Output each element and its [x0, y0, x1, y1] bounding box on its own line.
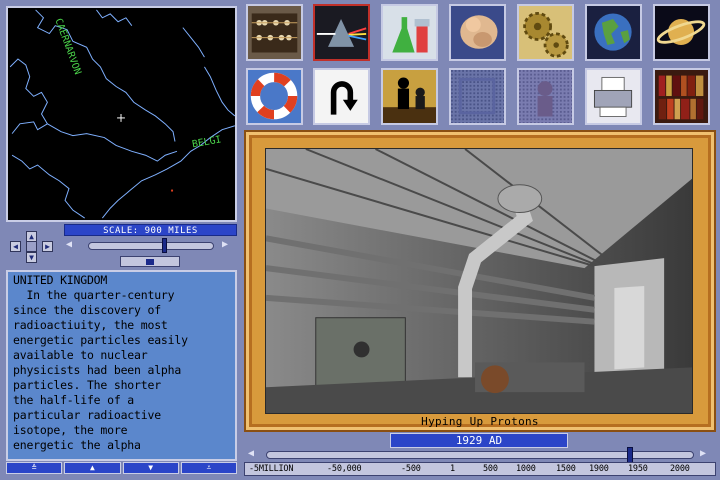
timeline-scale: -5MILLION -50,000 -500 1 500 1000 1500 1…: [244, 462, 716, 476]
map-label: CAERNARVON: [52, 17, 83, 76]
saturn-icon[interactable]: [653, 4, 710, 61]
scroll-page-down-button[interactable]: ⩡: [180, 462, 237, 474]
current-year: 1929 AD: [390, 433, 568, 448]
timeline-forward-arrow-icon[interactable]: ▶: [700, 448, 706, 459]
timeline-tick: 1000: [516, 464, 536, 474]
coastline: [204, 66, 235, 117]
timeline-tick: 2000: [670, 464, 690, 474]
zoom-slider[interactable]: [88, 242, 214, 250]
u-turn-back-icon[interactable]: [313, 68, 370, 125]
timeline-tick: 1500: [556, 464, 576, 474]
pattern-figure-icon[interactable]: [517, 68, 574, 125]
life-ring-icon[interactable]: [246, 68, 303, 125]
timeline-back-arrow-icon[interactable]: ◀: [248, 448, 254, 459]
pan-right-button[interactable]: ▶: [42, 241, 53, 252]
scroll-up-button[interactable]: ▲: [64, 462, 121, 474]
map-marker: [171, 189, 174, 192]
zoom-slider-thumb[interactable]: [162, 238, 167, 253]
zoom-out-arrow-icon[interactable]: ◀: [66, 239, 72, 250]
zoom-reset-button[interactable]: [120, 256, 180, 267]
scroll-page-up-button[interactable]: ≙: [6, 462, 63, 474]
coastline: [11, 154, 85, 219]
timeline-slider-thumb[interactable]: [626, 447, 633, 463]
timeline-tick: 1950: [628, 464, 648, 474]
fetus-icon[interactable]: [449, 4, 506, 61]
coastline: [47, 123, 178, 162]
timeline-tick: 1900: [589, 464, 609, 474]
bookshelf-icon[interactable]: [653, 68, 710, 125]
article-scroll-bar: ≙ ▲ ▼ ⩡: [6, 462, 237, 474]
prism-icon[interactable]: [313, 4, 370, 61]
article-title: UNITED KINGDOM: [13, 273, 108, 287]
grid-pattern-icon[interactable]: [449, 68, 506, 125]
photo-image[interactable]: [265, 148, 693, 414]
printer-icon[interactable]: [585, 68, 642, 125]
abacus-icon[interactable]: [246, 4, 303, 61]
article-panel[interactable]: UNITED KINGDOM In the quarter-century si…: [6, 270, 237, 461]
map-view[interactable]: CAERNARVON BELGI: [6, 6, 237, 222]
coastline: [9, 58, 49, 134]
timeline-tick: -50,000: [327, 464, 362, 474]
map-canvas: CAERNARVON BELGI: [9, 9, 235, 219]
scroll-down-button[interactable]: ▼: [122, 462, 179, 474]
globe-icon[interactable]: [585, 4, 642, 61]
coastline: [96, 9, 133, 26]
crosshair-icon: [117, 114, 125, 122]
gears-icon[interactable]: [517, 4, 574, 61]
map-label: BELGI: [191, 134, 222, 150]
timeline-tick: -5MILLION: [249, 464, 294, 474]
zoom-in-arrow-icon[interactable]: ▶: [222, 239, 228, 250]
photo-caption: Hyping Up Protons: [421, 415, 539, 428]
pan-center: [26, 241, 37, 252]
pan-down-button[interactable]: ▼: [26, 252, 37, 263]
timeline-tick: 500: [483, 464, 498, 474]
timeline-tick: -500: [401, 464, 421, 474]
pan-left-button[interactable]: ◀: [10, 241, 21, 252]
lab-flasks-icon[interactable]: [381, 4, 438, 61]
timeline-tick: 1: [450, 464, 455, 474]
chess-pieces-icon[interactable]: [381, 68, 438, 125]
zoom-box-icon: [146, 259, 154, 265]
coastline: [182, 27, 205, 58]
article-body: In the quarter-century since the discove…: [13, 288, 188, 452]
map-scale: SCALE: 900 MILES: [64, 224, 237, 236]
